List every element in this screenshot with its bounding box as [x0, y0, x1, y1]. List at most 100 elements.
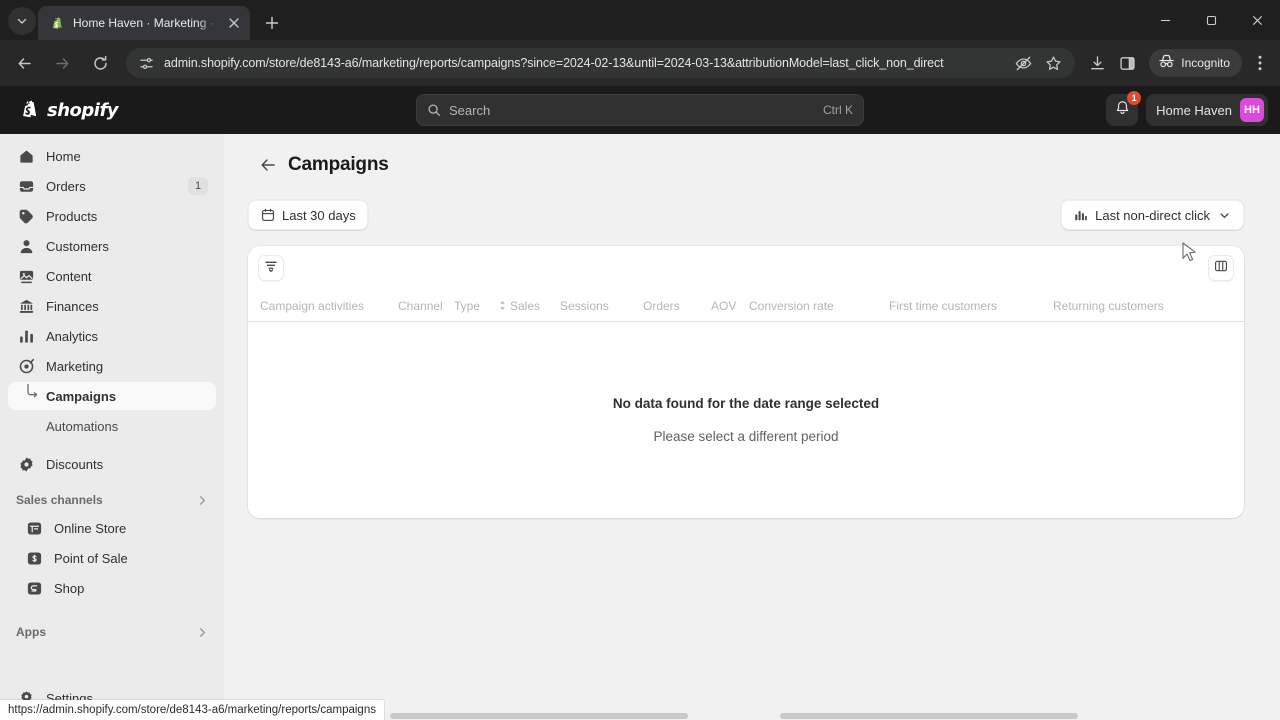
scrollbar-thumb[interactable] — [390, 713, 688, 719]
column-label: Orders — [643, 298, 680, 313]
sidebar-item-analytics[interactable]: Analytics — [8, 322, 216, 350]
search-input[interactable]: Search Ctrl K — [416, 94, 864, 126]
sidebar-item-automations[interactable]: Automations — [8, 412, 216, 440]
sidebar-item-shop[interactable]: Shop — [8, 574, 216, 602]
column-label: Conversion rate — [749, 298, 834, 313]
sidebar-item-orders[interactable]: Orders 1 — [8, 172, 216, 200]
chevron-right-icon[interactable] — [197, 627, 208, 638]
scrollbar-thumb-secondary[interactable] — [780, 713, 1078, 719]
search-placeholder: Search — [449, 102, 491, 118]
reload-icon[interactable] — [85, 48, 115, 78]
column-label: Returning customers — [1053, 298, 1164, 313]
app-body: Home Orders 1 Products Customers Content… — [0, 134, 1280, 720]
columns-icon — [1214, 259, 1228, 278]
url-text: admin.shopify.com/store/de8143-a6/market… — [164, 56, 944, 70]
attribution-model-label: Last non-direct click — [1095, 207, 1210, 223]
close-icon[interactable] — [226, 15, 242, 31]
empty-state-title: No data found for the date range selecte… — [612, 396, 880, 411]
back-icon[interactable] — [9, 48, 39, 78]
products-icon — [16, 206, 36, 226]
incognito-label: Incognito — [1181, 56, 1230, 70]
edit-columns-button[interactable] — [1208, 255, 1234, 281]
search-icon — [427, 103, 441, 117]
incognito-indicator[interactable]: Incognito — [1149, 49, 1242, 77]
section-label: Sales channels — [16, 493, 103, 507]
column-header-campaign-activities[interactable]: Campaign activities — [260, 299, 398, 313]
table-header-row: Campaign activities Channel Type Sales S… — [248, 290, 1244, 322]
column-label: AOV — [711, 298, 737, 313]
column-label: Channel — [398, 298, 443, 313]
sidebar-item-label: Analytics — [46, 328, 99, 344]
sidebar-section-apps[interactable]: Apps — [8, 618, 216, 646]
browser-tab[interactable]: Home Haven · Marketing · Cam — [38, 6, 250, 40]
sidebar-item-point-of-sale[interactable]: Point of Sale — [8, 544, 216, 572]
sidebar-item-finances[interactable]: Finances — [8, 292, 216, 320]
column-header-returning-customers[interactable]: Returning customers — [1053, 299, 1164, 313]
address-bar[interactable]: admin.shopify.com/store/de8143-a6/market… — [126, 48, 1076, 78]
minimize-icon[interactable] — [1142, 0, 1188, 40]
column-header-sessions[interactable]: Sessions — [560, 299, 643, 313]
window-controls — [1142, 0, 1280, 40]
sidebar-item-content[interactable]: Content — [8, 262, 216, 290]
orders-badge: 1 — [188, 177, 208, 195]
close-window-icon[interactable] — [1234, 0, 1280, 40]
sidebar-item-discounts[interactable]: Discounts — [8, 450, 216, 478]
sidebar-item-campaigns[interactable]: Campaigns — [8, 382, 216, 410]
topbar-right: 1 Home Haven HH — [1106, 91, 1268, 126]
shopify-admin: shopify Search Ctrl K 1 Home Haven HH Ho… — [0, 86, 1280, 720]
shopify-logo[interactable]: shopify — [12, 98, 119, 122]
column-header-conversion-rate[interactable]: Conversion rate — [749, 299, 889, 313]
status-bar-url: https://admin.shopify.com/store/de8143-a… — [0, 700, 384, 720]
column-header-aov[interactable]: AOV — [711, 299, 749, 313]
column-header-type[interactable]: Type — [454, 299, 498, 313]
sidebar-item-home[interactable]: Home — [8, 142, 216, 170]
sidebar-item-customers[interactable]: Customers — [8, 232, 216, 260]
maximize-icon[interactable] — [1188, 0, 1234, 40]
filter-button[interactable] — [258, 255, 284, 281]
browser-menu-icon[interactable] — [1246, 48, 1274, 78]
empty-state-subtitle: Please select a different period — [653, 429, 839, 444]
chevron-down-icon — [1217, 208, 1232, 223]
sort-icon — [498, 300, 507, 311]
column-header-sales[interactable]: Sales — [498, 299, 560, 313]
browser-window: Home Haven · Marketing · Cam — [0, 0, 1280, 720]
column-header-orders[interactable]: Orders — [643, 299, 711, 313]
calendar-icon — [260, 208, 275, 223]
attribution-model-button[interactable]: Last non-direct click — [1061, 200, 1244, 230]
new-tab-button[interactable] — [258, 9, 286, 37]
column-label: Sales — [510, 298, 541, 313]
attribution-bars-icon — [1073, 208, 1088, 223]
notification-badge: 1 — [1127, 91, 1142, 105]
sidebar: Home Orders 1 Products Customers Content… — [0, 134, 224, 720]
bell-icon — [1115, 100, 1130, 121]
sidebar-section-sales-channels[interactable]: Sales channels — [8, 486, 216, 514]
store-menu-button[interactable]: Home Haven HH — [1146, 94, 1268, 126]
notifications-button[interactable]: 1 — [1106, 91, 1142, 126]
analytics-icon — [16, 326, 36, 346]
site-settings-icon[interactable] — [138, 55, 154, 71]
shopify-favicon — [49, 15, 65, 31]
column-header-channel[interactable]: Channel — [398, 299, 454, 313]
sidebar-subitem-label: Campaigns — [46, 388, 117, 404]
tab-search-button[interactable] — [8, 7, 36, 35]
date-range-button[interactable]: Last 30 days — [248, 200, 368, 230]
chevron-right-icon[interactable] — [197, 495, 208, 506]
back-arrow-icon[interactable] — [258, 155, 278, 175]
store-name: Home Haven — [1156, 102, 1232, 118]
tracking-protection-icon[interactable] — [1009, 49, 1037, 77]
forward-icon[interactable] — [47, 48, 77, 78]
downloads-icon[interactable] — [1083, 49, 1111, 77]
bookmark-star-icon[interactable] — [1039, 49, 1067, 77]
sidebar-item-products[interactable]: Products — [8, 202, 216, 230]
tab-strip: Home Haven · Marketing · Cam — [0, 0, 1280, 40]
side-panel-icon[interactable] — [1113, 49, 1141, 77]
discounts-icon — [16, 454, 36, 474]
filter-icon — [264, 259, 278, 278]
column-header-first-time-customers[interactable]: First time customers — [889, 299, 1053, 313]
point-of-sale-icon — [24, 548, 44, 568]
sidebar-item-marketing[interactable]: Marketing — [8, 352, 216, 380]
sidebar-item-label: Finances — [46, 298, 99, 314]
column-label: Type — [454, 298, 481, 313]
sidebar-item-online-store[interactable]: Online Store — [8, 514, 216, 542]
